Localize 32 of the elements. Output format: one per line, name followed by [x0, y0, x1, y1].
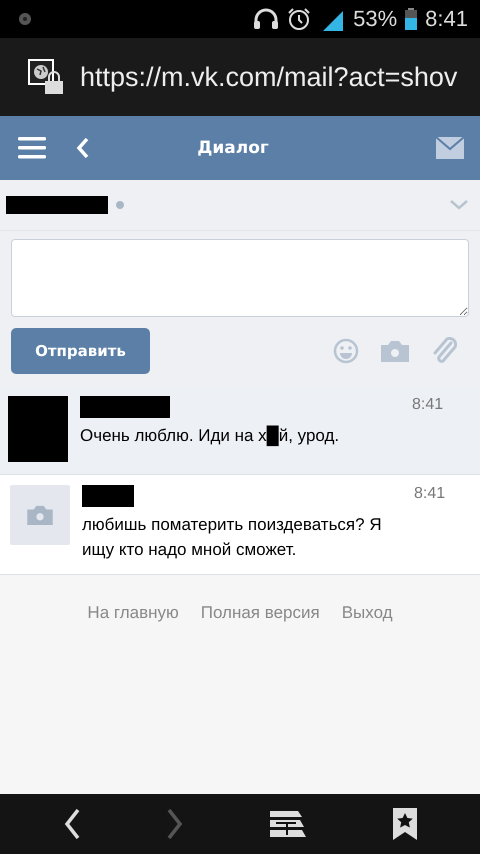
footer-link[interactable]: Выход	[342, 603, 393, 623]
alarm-clock-icon	[287, 7, 312, 31]
header-title: Диалог	[196, 138, 270, 158]
smiley-icon[interactable]	[333, 338, 359, 364]
message-text: Очень люблю. Иди на х█й, урод.	[80, 424, 340, 448]
bookmark-star-icon[interactable]	[392, 808, 416, 840]
message-time: 8:41	[414, 485, 446, 504]
clock: 8:41	[425, 6, 468, 32]
disc-icon	[18, 12, 32, 26]
battery-icon	[405, 8, 418, 30]
footer-link[interactable]: На главную	[87, 603, 179, 623]
online-dot	[116, 201, 124, 209]
camera-icon	[26, 505, 54, 525]
battery-percent: 53%	[353, 6, 398, 32]
send-button[interactable]: Отправить	[11, 328, 150, 374]
message-row[interactable]: Очень люблю. Иди на х█й, урод. 8:41	[0, 386, 480, 475]
redaction-bar	[82, 485, 134, 507]
message-input[interactable]	[11, 239, 469, 317]
message-row[interactable]: любишь поматерить поиздеваться? Я ищу кто надо мной сможет. 8:41	[0, 475, 480, 575]
redaction-bar	[8, 396, 68, 462]
footer-link[interactable]: Полная версия	[200, 603, 320, 623]
chevron-down-icon[interactable]	[450, 200, 468, 210]
back-icon[interactable]	[64, 808, 80, 840]
paperclip-icon[interactable]	[431, 337, 457, 365]
message-time: 8:41	[412, 396, 444, 415]
url-text[interactable]: https://m.vk.com/mail?act=shov	[80, 62, 458, 92]
camera-icon[interactable]	[381, 340, 409, 362]
envelope-icon[interactable]	[436, 137, 464, 159]
headphones-icon	[253, 8, 280, 30]
reader-icon[interactable]	[270, 811, 306, 837]
menu-icon[interactable]	[18, 137, 46, 159]
message-text: любишь поматерить поиздеваться? Я ищу кто надо мной сможет.	[82, 514, 383, 561]
